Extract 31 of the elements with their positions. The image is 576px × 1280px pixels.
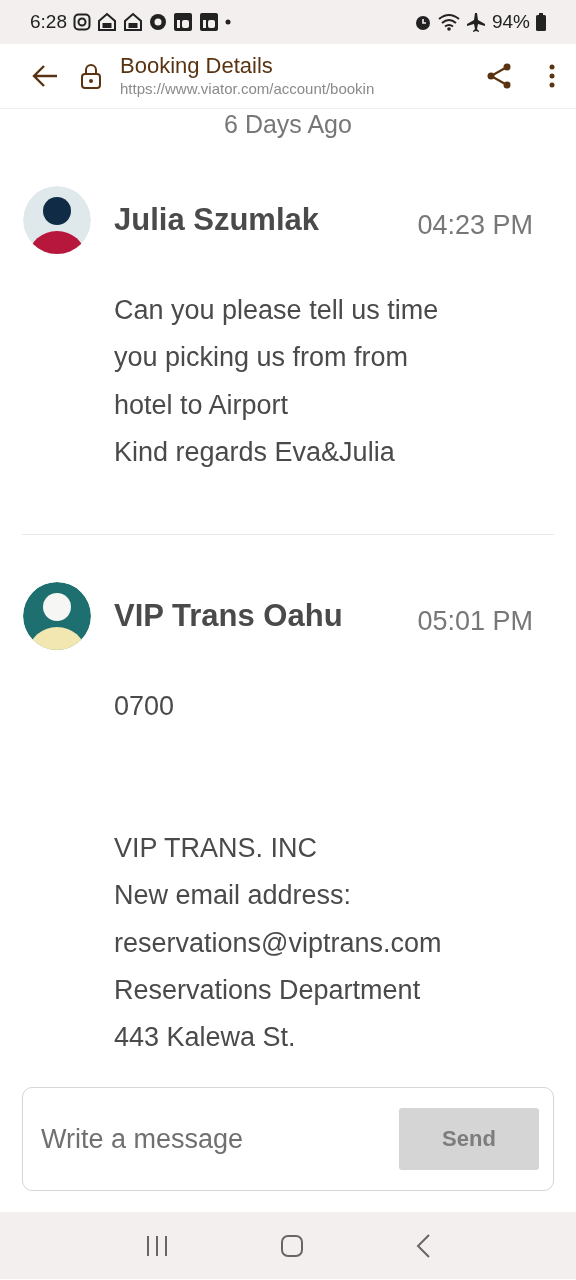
clock-time: 6:28	[30, 11, 67, 33]
sender-name: VIP Trans Oahu	[114, 598, 344, 635]
message-text: Can you please tell us time you picking us from from hotel to Airport Kind regards Eva&Julia	[114, 294, 440, 469]
back-icon[interactable]	[32, 64, 58, 88]
message-text: 0700 VIP TRANS. INC New email address: reservations@viptrans.com Reservations Department 443 Kalewa St.	[114, 690, 443, 1055]
home-icon[interactable]	[280, 1233, 304, 1258]
sender-name: Julia Szumlak	[114, 202, 321, 238]
share-icon[interactable]	[486, 62, 512, 90]
alarm-icon	[413, 13, 432, 31]
more-options-icon[interactable]	[548, 63, 556, 89]
message-field[interactable]: Write a message Send	[22, 1087, 554, 1191]
square-logo-icon	[173, 12, 193, 32]
send-button[interactable]: Send	[399, 1108, 539, 1170]
recent-apps-icon[interactable]	[145, 1233, 170, 1258]
message-time: 04:23 PM	[417, 209, 533, 241]
battery-icon	[536, 13, 546, 31]
wifi-icon	[437, 13, 460, 31]
date-divider: 6 Days Ago	[223, 109, 353, 139]
square-logo-icon	[199, 12, 219, 32]
back-icon[interactable]	[414, 1232, 431, 1259]
camera-icon	[73, 13, 91, 31]
airplane-icon	[465, 12, 486, 32]
dot-icon	[225, 19, 231, 25]
page-title: Booking Details	[120, 53, 274, 79]
page-url[interactable]: https://www.viator.com/account/bookin	[120, 79, 375, 99]
lock-icon	[80, 63, 102, 89]
house-icon	[123, 12, 143, 32]
message-time: 05:01 PM	[417, 605, 533, 637]
battery-percent: 94%	[491, 11, 530, 33]
house-icon	[97, 12, 117, 32]
browser-icon	[149, 13, 167, 31]
